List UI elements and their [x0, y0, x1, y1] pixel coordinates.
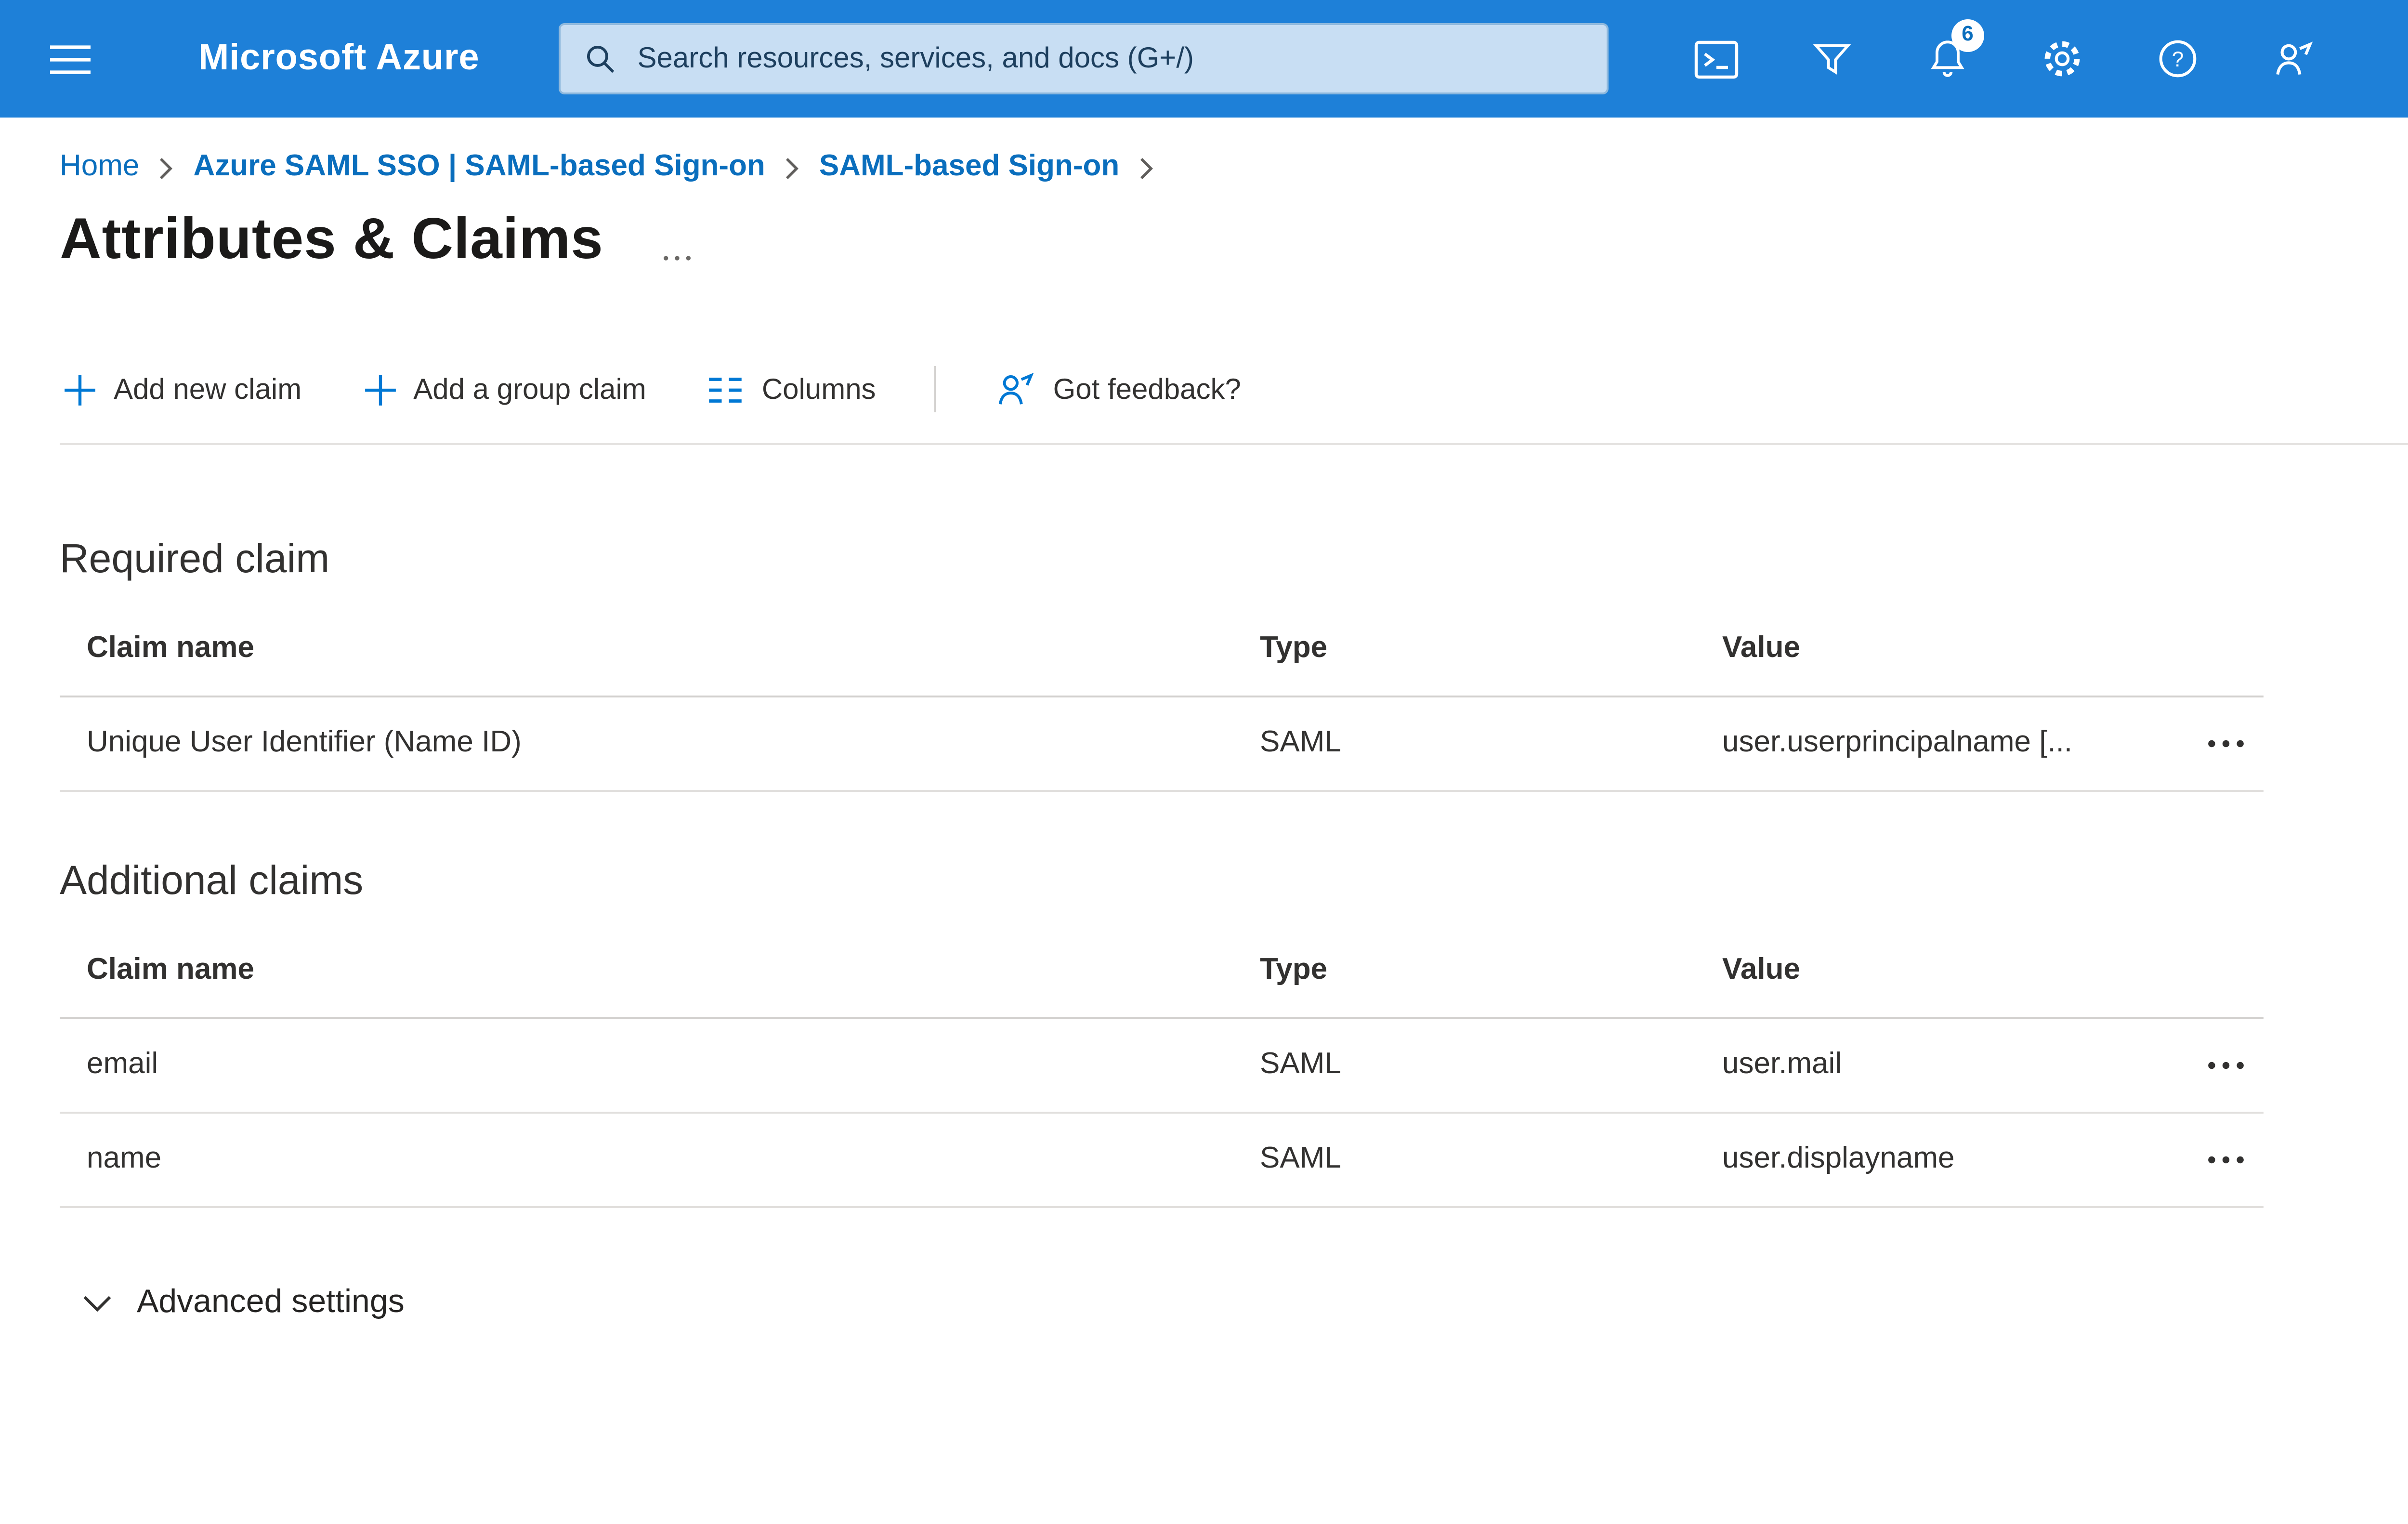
columns-button[interactable]: Columns [704, 367, 880, 411]
claim-name-cell: name [87, 1143, 162, 1175]
row-context-menu-button[interactable] [2196, 1046, 2256, 1085]
page-title: Attributes & Claims [60, 208, 603, 272]
chevron-down-icon [83, 1295, 111, 1311]
claim-value-cell: user.mail [1722, 1048, 1842, 1081]
add-group-claim-label: Add a group claim [413, 373, 646, 406]
columns-icon [710, 377, 743, 402]
row-actions-cell [2186, 1141, 2264, 1179]
claim-value-cell: user.userprincipalname [... [1722, 726, 2073, 759]
ellipsis-icon [2208, 1156, 2244, 1164]
column-header-claim-name: Claim name [87, 632, 255, 665]
notification-badge: 6 [1951, 18, 1984, 51]
plus-icon [364, 374, 395, 405]
azure-portal-page: Microsoft Azure Search resources, servic… [0, 0, 2408, 1524]
breadcrumb-app-sso[interactable]: Azure SAML SSO | SAML-based Sign-on [193, 150, 765, 185]
required-claim-table: Claim name Type Value Unique User Identi… [60, 603, 2264, 792]
hamburger-icon [49, 44, 90, 73]
got-feedback-label: Got feedback? [1053, 373, 1241, 406]
add-group-claim-button[interactable]: Add a group claim [359, 367, 650, 411]
directory-filter-icon [1813, 43, 1851, 74]
feedback-person-icon [998, 372, 1034, 405]
table-row[interactable]: name SAML user.displayname [60, 1114, 2264, 1208]
table-header-row: Claim name Type Value [60, 925, 2264, 1019]
ellipsis-icon [664, 255, 691, 260]
hamburger-menu-button[interactable] [0, 0, 139, 118]
row-actions-cell [2186, 724, 2264, 763]
feedback-person-icon [2277, 41, 2314, 75]
page-context-menu-button[interactable] [655, 234, 700, 271]
search-icon [587, 45, 614, 73]
gear-icon [2045, 41, 2081, 77]
feedback-button[interactable] [2252, 16, 2337, 101]
additional-claims-table: Claim name Type Value email SAML user.ma… [60, 925, 2264, 1208]
row-context-menu-button[interactable] [2196, 1141, 2256, 1179]
search-input[interactable] [633, 40, 1584, 77]
advanced-settings-toggle[interactable]: Advanced settings [79, 1272, 408, 1333]
help-icon: ? [2160, 40, 2197, 78]
column-header-claim-name: Claim name [87, 954, 255, 986]
column-header-type: Type [1260, 954, 1328, 986]
page-content: Home Azure SAML SSO | SAML-based Sign-on… [0, 150, 2408, 1449]
directory-filter-button[interactable] [1790, 16, 1874, 101]
breadcrumb: Home Azure SAML SSO | SAML-based Sign-on… [60, 150, 2408, 185]
row-context-menu-button[interactable] [2196, 724, 2256, 763]
help-button[interactable]: ? [2136, 16, 2221, 101]
notifications-button[interactable]: 6 [1905, 16, 1990, 101]
table-row[interactable]: email SAML user.mail [60, 1019, 2264, 1114]
breadcrumb-home[interactable]: Home [60, 150, 139, 185]
topbar-actions: 6 ? [1674, 16, 2337, 101]
azure-header: Microsoft Azure Search resources, servic… [0, 0, 2408, 118]
claim-type-cell: SAML [1260, 1048, 1341, 1081]
row-actions-cell [2186, 1046, 2264, 1085]
ellipsis-icon [2208, 740, 2244, 748]
column-header-value: Value [1722, 954, 1800, 986]
advanced-settings-label: Advanced settings [137, 1283, 405, 1320]
claim-name-cell: Unique User Identifier (Name ID) [87, 726, 522, 759]
plus-icon [65, 374, 95, 405]
column-header-value: Value [1722, 632, 1800, 665]
table-header-row: Claim name Type Value [60, 603, 2264, 697]
required-claim-heading: Required claim [60, 538, 330, 582]
claim-type-cell: SAML [1260, 1143, 1341, 1175]
columns-label: Columns [761, 373, 876, 406]
breadcrumb-saml-signon[interactable]: SAML-based Sign-on [819, 150, 1119, 185]
ellipsis-icon [2208, 1062, 2244, 1069]
table-row[interactable]: Unique User Identifier (Name ID) SAML us… [60, 697, 2264, 792]
chevron-right-icon [158, 155, 174, 180]
global-search[interactable] [558, 23, 1609, 94]
got-feedback-button[interactable]: Got feedback? [990, 362, 1245, 416]
chevron-right-icon [1139, 155, 1154, 180]
add-new-claim-label: Add new claim [114, 373, 302, 406]
claim-name-cell: email [87, 1048, 158, 1081]
add-new-claim-button[interactable]: Add new claim [60, 367, 305, 411]
cloud-shell-icon [1694, 39, 1738, 78]
svg-text:?: ? [2172, 48, 2185, 71]
toolbar-divider [933, 366, 936, 412]
claim-value-cell: user.displayname [1722, 1143, 1955, 1175]
command-bar: Add new claim Add a group claim Columns [60, 362, 2408, 445]
claim-type-cell: SAML [1260, 726, 1341, 759]
additional-claims-heading: Additional claims [60, 859, 364, 904]
cloud-shell-button[interactable] [1674, 16, 1759, 101]
title-row: Attributes & Claims ✕ [60, 208, 2408, 274]
brand-title[interactable]: Microsoft Azure [198, 38, 480, 80]
chevron-right-icon [785, 155, 800, 180]
settings-button[interactable] [2021, 16, 2106, 101]
column-header-type: Type [1260, 632, 1328, 665]
